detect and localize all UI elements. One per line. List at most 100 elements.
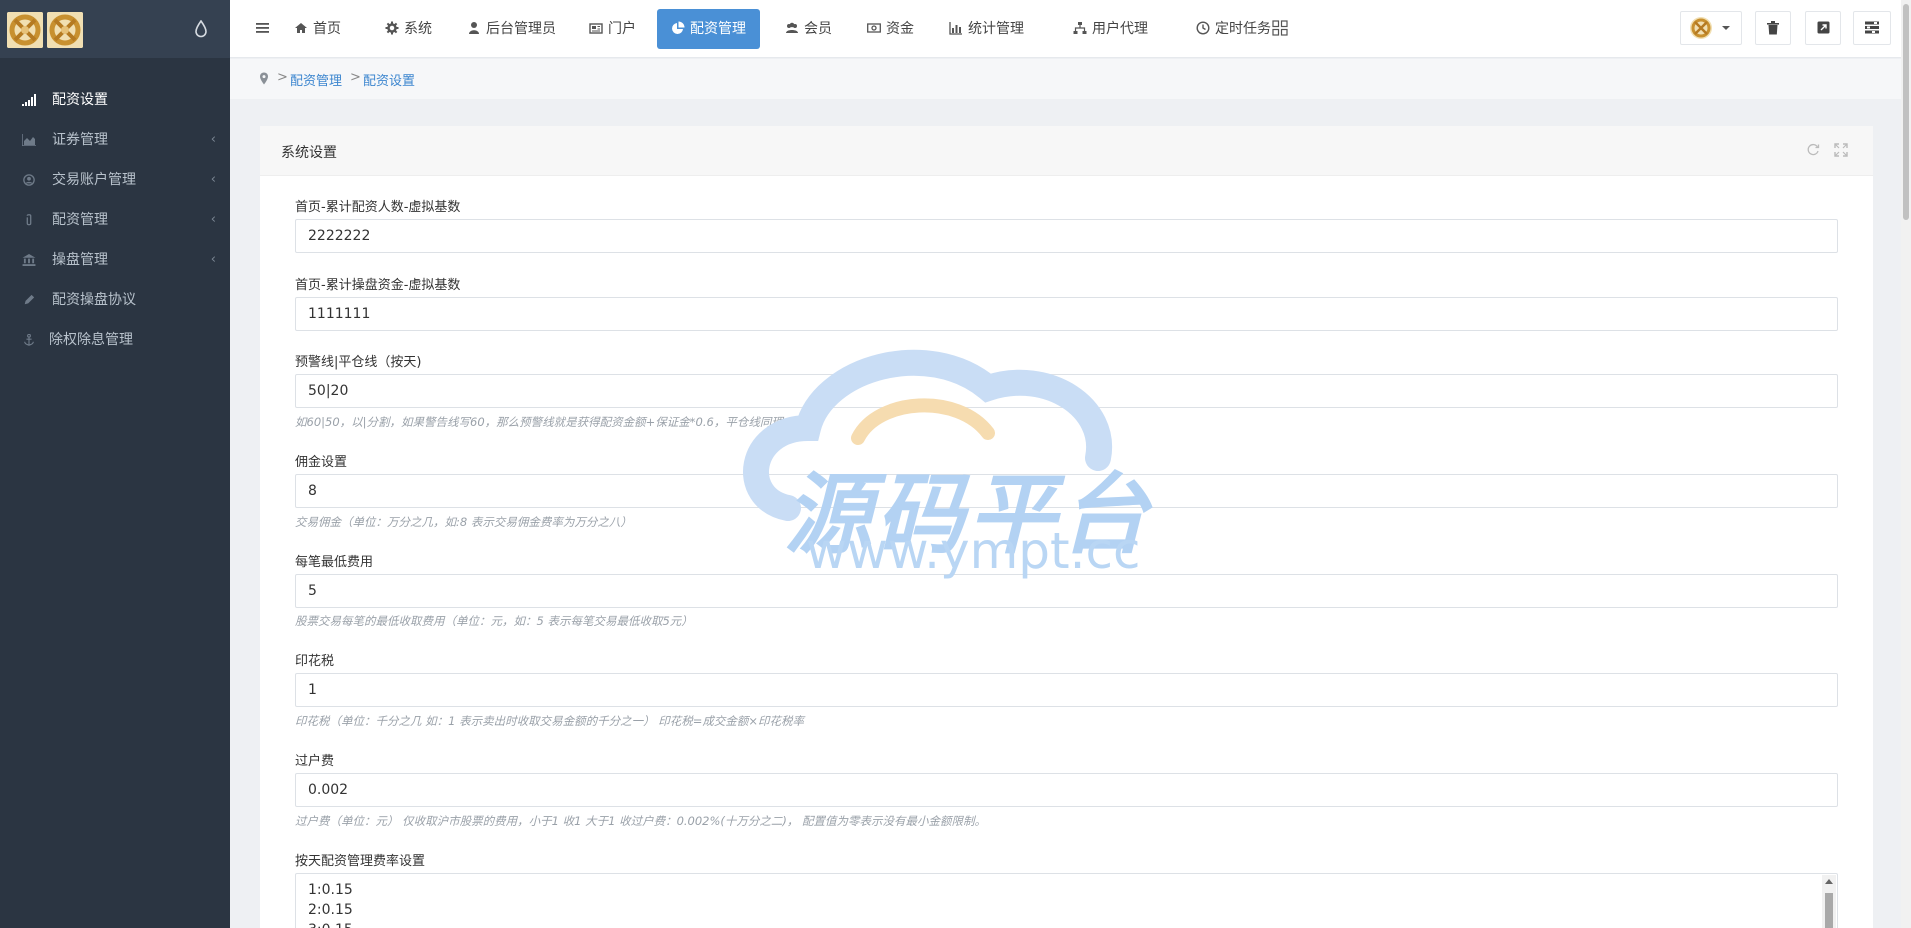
commission-input[interactable] [295, 474, 1838, 508]
tab-label: 后台管理员 [486, 21, 556, 37]
home-icon [295, 23, 307, 33]
breadcrumb: > 配资管理 > 配资设置 [230, 59, 1901, 99]
breadcrumb-separator: > [350, 70, 361, 85]
field-label: 印花税 [295, 654, 335, 669]
tab-system[interactable]: 系统 [371, 9, 446, 49]
tab-label: 配资管理 [690, 21, 746, 37]
paperclip-icon [26, 214, 32, 226]
textarea-scrollbar[interactable] [1822, 875, 1836, 928]
field-label: 首页-累计配资人数-虚拟基数 [295, 200, 461, 215]
sidebar-item-label: 证券管理 [52, 132, 108, 148]
tab-label: 会员 [804, 21, 832, 37]
users-icon [786, 22, 798, 33]
scrollbar-thumb[interactable] [1903, 4, 1909, 220]
theme-drop-icon[interactable] [194, 20, 208, 38]
sidebar-item-label: 配资操盘协议 [52, 292, 136, 308]
tab-fund-management[interactable]: 配资管理 [657, 9, 760, 49]
tab-statistics[interactable]: 统计管理 [935, 9, 1038, 49]
fullscreen-icon[interactable] [1834, 143, 1848, 157]
textarea-line: 2:0.15 [308, 902, 353, 918]
sidebar-menu: 配资设置 证券管理 ‹ 交易账户管理 ‹ 配资管理 ‹ 操盘管理 ‹ 配资操盘协… [0, 58, 230, 360]
min-fee-input[interactable] [295, 574, 1838, 608]
page-scrollbar[interactable] [1901, 0, 1911, 928]
breadcrumb-separator: > [277, 70, 288, 85]
breadcrumb-current[interactable]: 配资设置 [363, 70, 415, 89]
apps-grid-icon[interactable] [1272, 20, 1288, 36]
open-site-button[interactable] [1805, 11, 1841, 45]
tab-label: 系统 [404, 21, 432, 37]
tab-members[interactable]: 会员 [771, 9, 846, 49]
sidebar-item-securities[interactable]: 证券管理 ‹ [0, 120, 230, 160]
tab-label: 资金 [886, 21, 914, 37]
panel-header: 系统设置 [260, 126, 1873, 176]
sitemap-icon [1073, 22, 1087, 34]
field-label: 过户费 [295, 754, 335, 769]
tab-home[interactable]: 首页 [280, 9, 355, 49]
hamburger-menu-icon[interactable] [256, 21, 270, 35]
virtual-trading-capital-input[interactable] [295, 297, 1838, 331]
tab-funds[interactable]: 资金 [853, 9, 928, 49]
sidebar-item-label: 除权除息管理 [49, 332, 133, 348]
cog-icon [385, 21, 399, 35]
field-label: 首页-累计操盘资金-虚拟基数 [295, 278, 461, 293]
avatar [1690, 17, 1730, 39]
settings-panel-button[interactable] [1853, 11, 1891, 45]
sidebar-item-dividend-management[interactable]: 除权除息管理 [0, 320, 230, 360]
tab-label: 门户 [608, 21, 636, 37]
warning-liquidation-line-input[interactable] [295, 374, 1838, 408]
external-link-icon [1817, 21, 1829, 34]
breadcrumb-link[interactable]: 配资管理 [290, 70, 342, 89]
scrollbar-thumb[interactable] [1825, 893, 1833, 928]
field-help: 交易佣金（单位：万分之几，如:8 表示交易佣金费率为万分之八） [295, 515, 632, 529]
scroll-up-icon[interactable] [1825, 879, 1833, 884]
field-help: 股票交易每笔的最低收取费用（单位：元，如：5 表示每笔交易最低收取5元） [295, 614, 693, 628]
sidebar-item-label: 配资管理 [52, 212, 108, 228]
clear-cache-button[interactable] [1755, 11, 1791, 45]
field-help: 印花税（单位：千分之几 如：1 表示卖出时收取交易金额的千分之一） 印花税=成交… [295, 714, 805, 728]
chevron-left-icon: ‹ [210, 132, 216, 147]
sidebar-item-trading-management[interactable]: 操盘管理 ‹ [0, 240, 230, 280]
sidebar-item-trade-accounts[interactable]: 交易账户管理 ‹ [0, 160, 230, 200]
tab-scheduled-tasks[interactable]: 定时任务 [1182, 9, 1285, 49]
pencil-icon [24, 294, 35, 305]
virtual-fund-users-input[interactable] [295, 219, 1838, 253]
tab-portal[interactable]: 门户 [575, 9, 650, 49]
user-circle-icon [23, 174, 35, 186]
tab-agents[interactable]: 用户代理 [1059, 9, 1162, 49]
map-marker-icon [260, 72, 268, 85]
sidebar-item-label: 交易账户管理 [52, 172, 136, 188]
sidebar-item-label: 配资设置 [52, 92, 108, 108]
textarea-line: 1:0.15 [308, 882, 353, 898]
sidebar-item-fund-settings[interactable]: 配资设置 [0, 80, 230, 120]
refresh-icon[interactable] [1806, 143, 1820, 157]
tab-label: 用户代理 [1092, 21, 1148, 37]
tab-admins[interactable]: 后台管理员 [453, 9, 570, 49]
field-label: 预警线|平仓线（按天) [295, 355, 422, 370]
area-chart-icon [22, 134, 36, 146]
field-label: 按天配资管理费率设置 [295, 854, 426, 869]
logo-secondary[interactable] [47, 12, 83, 48]
logo[interactable] [7, 12, 43, 48]
stamp-duty-input[interactable] [295, 673, 1838, 707]
trash-icon [1767, 21, 1779, 35]
sidebar-item-trading-agreement[interactable]: 配资操盘协议 [0, 280, 230, 320]
newspaper-icon [589, 23, 603, 34]
daily-fee-rate-textarea[interactable]: 1:0.15 2:0.15 3:0.15 [295, 873, 1838, 928]
user-icon [469, 22, 479, 34]
user-menu-button[interactable] [1680, 11, 1742, 45]
top-navbar: 首页 系统 后台管理员 门户 配资管理 会员 资金 统计管理 用户代理 定时任务 [230, 0, 1911, 58]
field-label: 每笔最低费用 [295, 555, 374, 570]
transfer-fee-input[interactable] [295, 773, 1838, 807]
field-help: 如60|50，以|分割，如果警告线写60，那么预警线就是获得配资金额+保证金*0… [295, 415, 783, 429]
sidebar-item-fund-management[interactable]: 配资管理 ‹ [0, 200, 230, 240]
field-help: 过户费（单位：元） 仅收取沪市股票的费用，小于1 收1 大于1 收过户费：0.0… [295, 814, 987, 828]
money-icon [867, 23, 881, 33]
textarea-line: 3:0.15 [308, 920, 1825, 928]
sidebar-header [0, 0, 230, 58]
tab-label: 首页 [313, 21, 341, 37]
tab-label: 定时任务 [1215, 21, 1271, 37]
chevron-left-icon: ‹ [210, 252, 216, 267]
sliders-icon [1865, 21, 1879, 34]
settings-panel: 系统设置 首页-累计配资人数-虚拟基数 首页-累计操盘资金-虚拟基数 预警线|平… [260, 126, 1873, 928]
chevron-left-icon: ‹ [210, 212, 216, 227]
